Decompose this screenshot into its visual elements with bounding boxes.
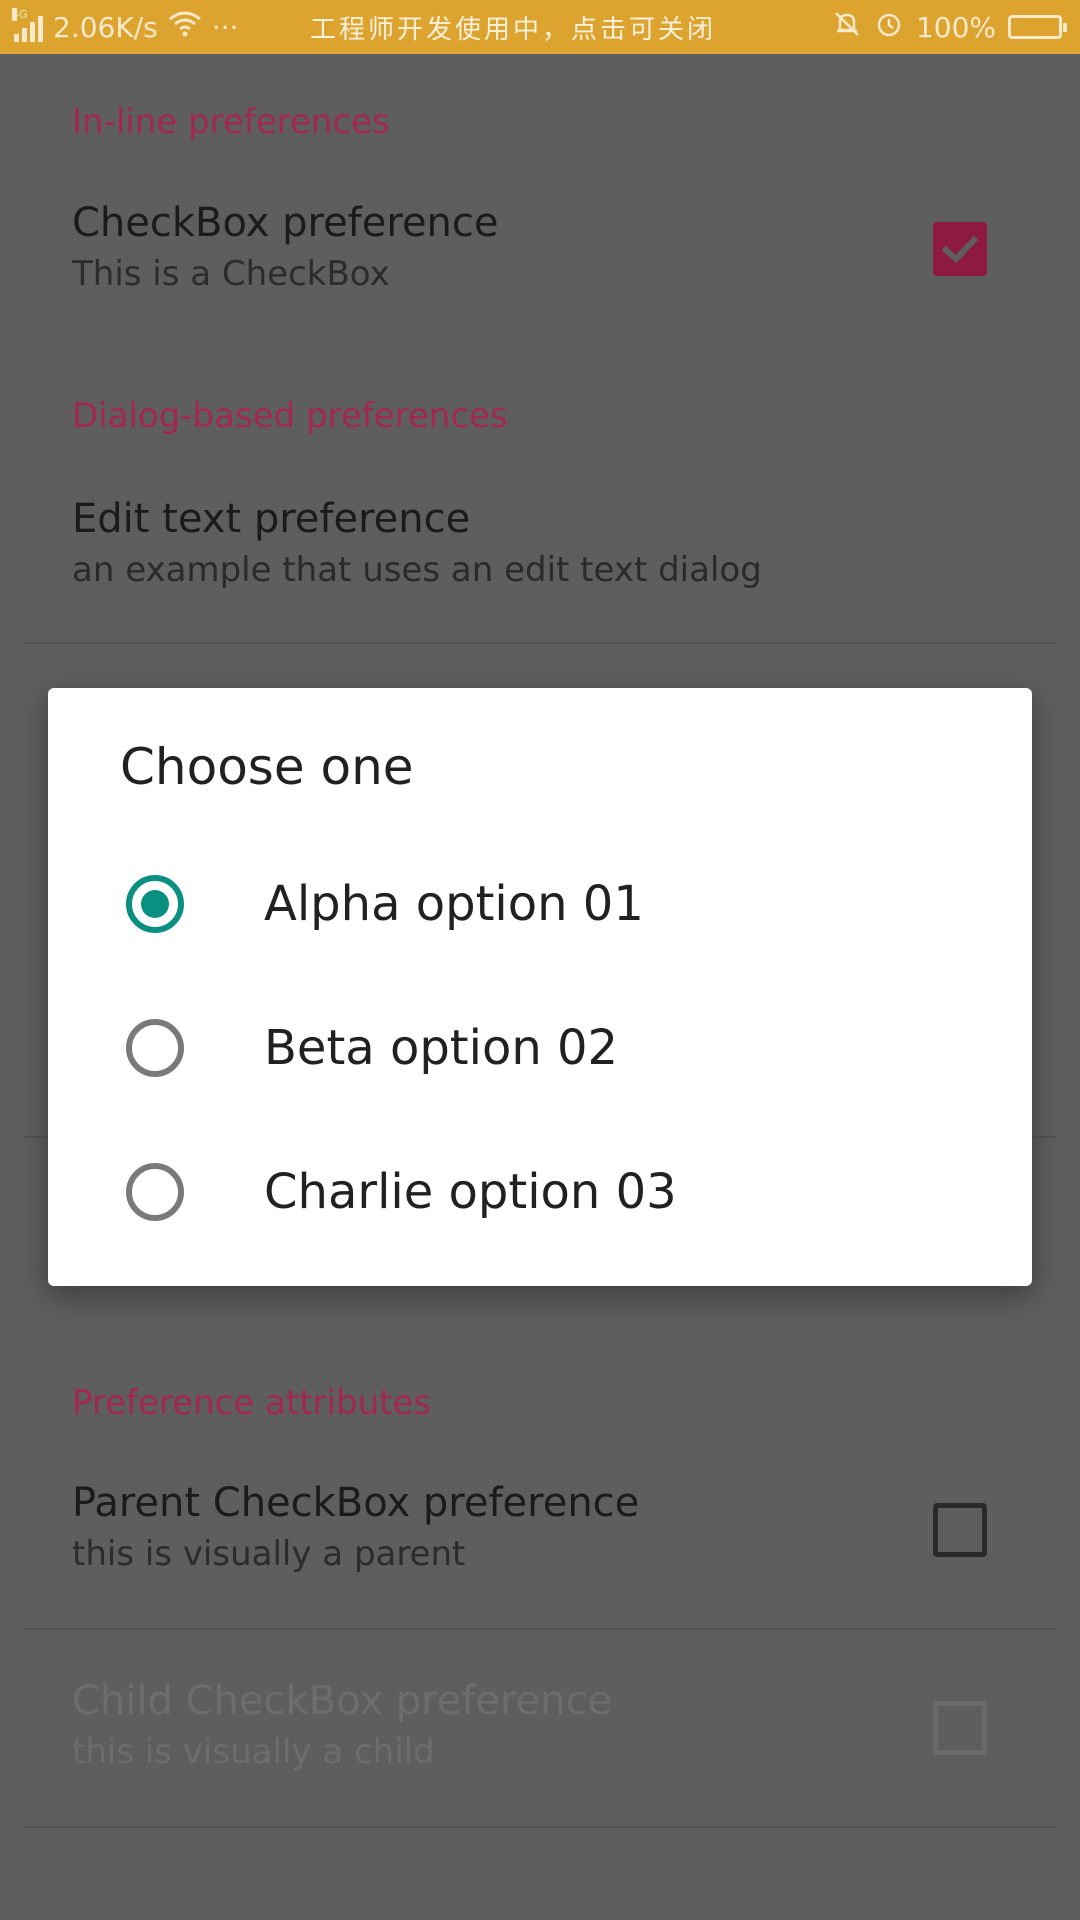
divider <box>24 642 1056 644</box>
radio-button[interactable] <box>126 1163 184 1221</box>
option-beta[interactable]: Beta option 02 <box>48 976 1032 1120</box>
dialog-title: Choose one <box>120 738 414 796</box>
parent-checkbox[interactable] <box>933 1503 987 1557</box>
parent-checkbox-pref-title: Parent CheckBox preference <box>72 1480 640 1526</box>
option-label: Beta option 02 <box>264 1020 619 1076</box>
battery-icon <box>1008 15 1067 39</box>
checkbox-pref-checkbox[interactable] <box>933 222 987 276</box>
network-type: 4G <box>12 8 28 21</box>
child-checkbox-pref-summary: this is visually a child <box>72 1732 435 1772</box>
option-label: Alpha option 01 <box>264 876 644 932</box>
checkbox-pref-summary: This is a CheckBox <box>72 254 390 294</box>
category-attributes: Preference attributes <box>72 1383 432 1423</box>
child-checkbox <box>933 1701 987 1755</box>
choose-one-dialog: Choose one Alpha option 01 Beta option 0… <box>48 688 1032 1286</box>
child-checkbox-pref-title: Child CheckBox preference <box>72 1678 613 1724</box>
battery-percent: 100% <box>915 10 996 44</box>
category-dialog: Dialog-based preferences <box>72 396 508 436</box>
status-bar-left: 4G 2.06K/s ··· <box>12 0 239 54</box>
option-charlie[interactable]: Charlie option 03 <box>48 1120 1032 1264</box>
network-speed: 2.06K/s <box>53 10 158 44</box>
divider <box>24 1628 1056 1630</box>
option-label: Charlie option 03 <box>264 1164 677 1220</box>
checkbox-pref-title: CheckBox preference <box>72 200 499 246</box>
edit-text-pref-title: Edit text preference <box>72 496 471 542</box>
developer-notice[interactable]: 工程师开发使用中，点击可关闭 <box>310 0 716 54</box>
edit-text-pref-summary: an example that uses an edit text dialog <box>72 550 762 590</box>
signal-icon: 4G <box>12 8 43 42</box>
checkmark-icon <box>941 235 979 264</box>
more-dots: ··· <box>211 10 239 44</box>
parent-checkbox-pref-summary: this is visually a parent <box>72 1534 466 1574</box>
divider <box>24 1826 1056 1828</box>
bell-muted-icon <box>832 9 862 46</box>
wifi-icon <box>168 10 202 45</box>
radio-button[interactable] <box>126 1019 184 1077</box>
option-alpha[interactable]: Alpha option 01 <box>48 832 1032 976</box>
category-inline: In-line preferences <box>72 102 390 142</box>
status-bar-right: 100% <box>832 0 1067 54</box>
alarm-icon <box>874 9 904 46</box>
status-bar: 4G 2.06K/s ··· 工程师开发使用中，点击可关闭 100% <box>0 0 1080 54</box>
radio-button-selected[interactable] <box>126 875 184 933</box>
